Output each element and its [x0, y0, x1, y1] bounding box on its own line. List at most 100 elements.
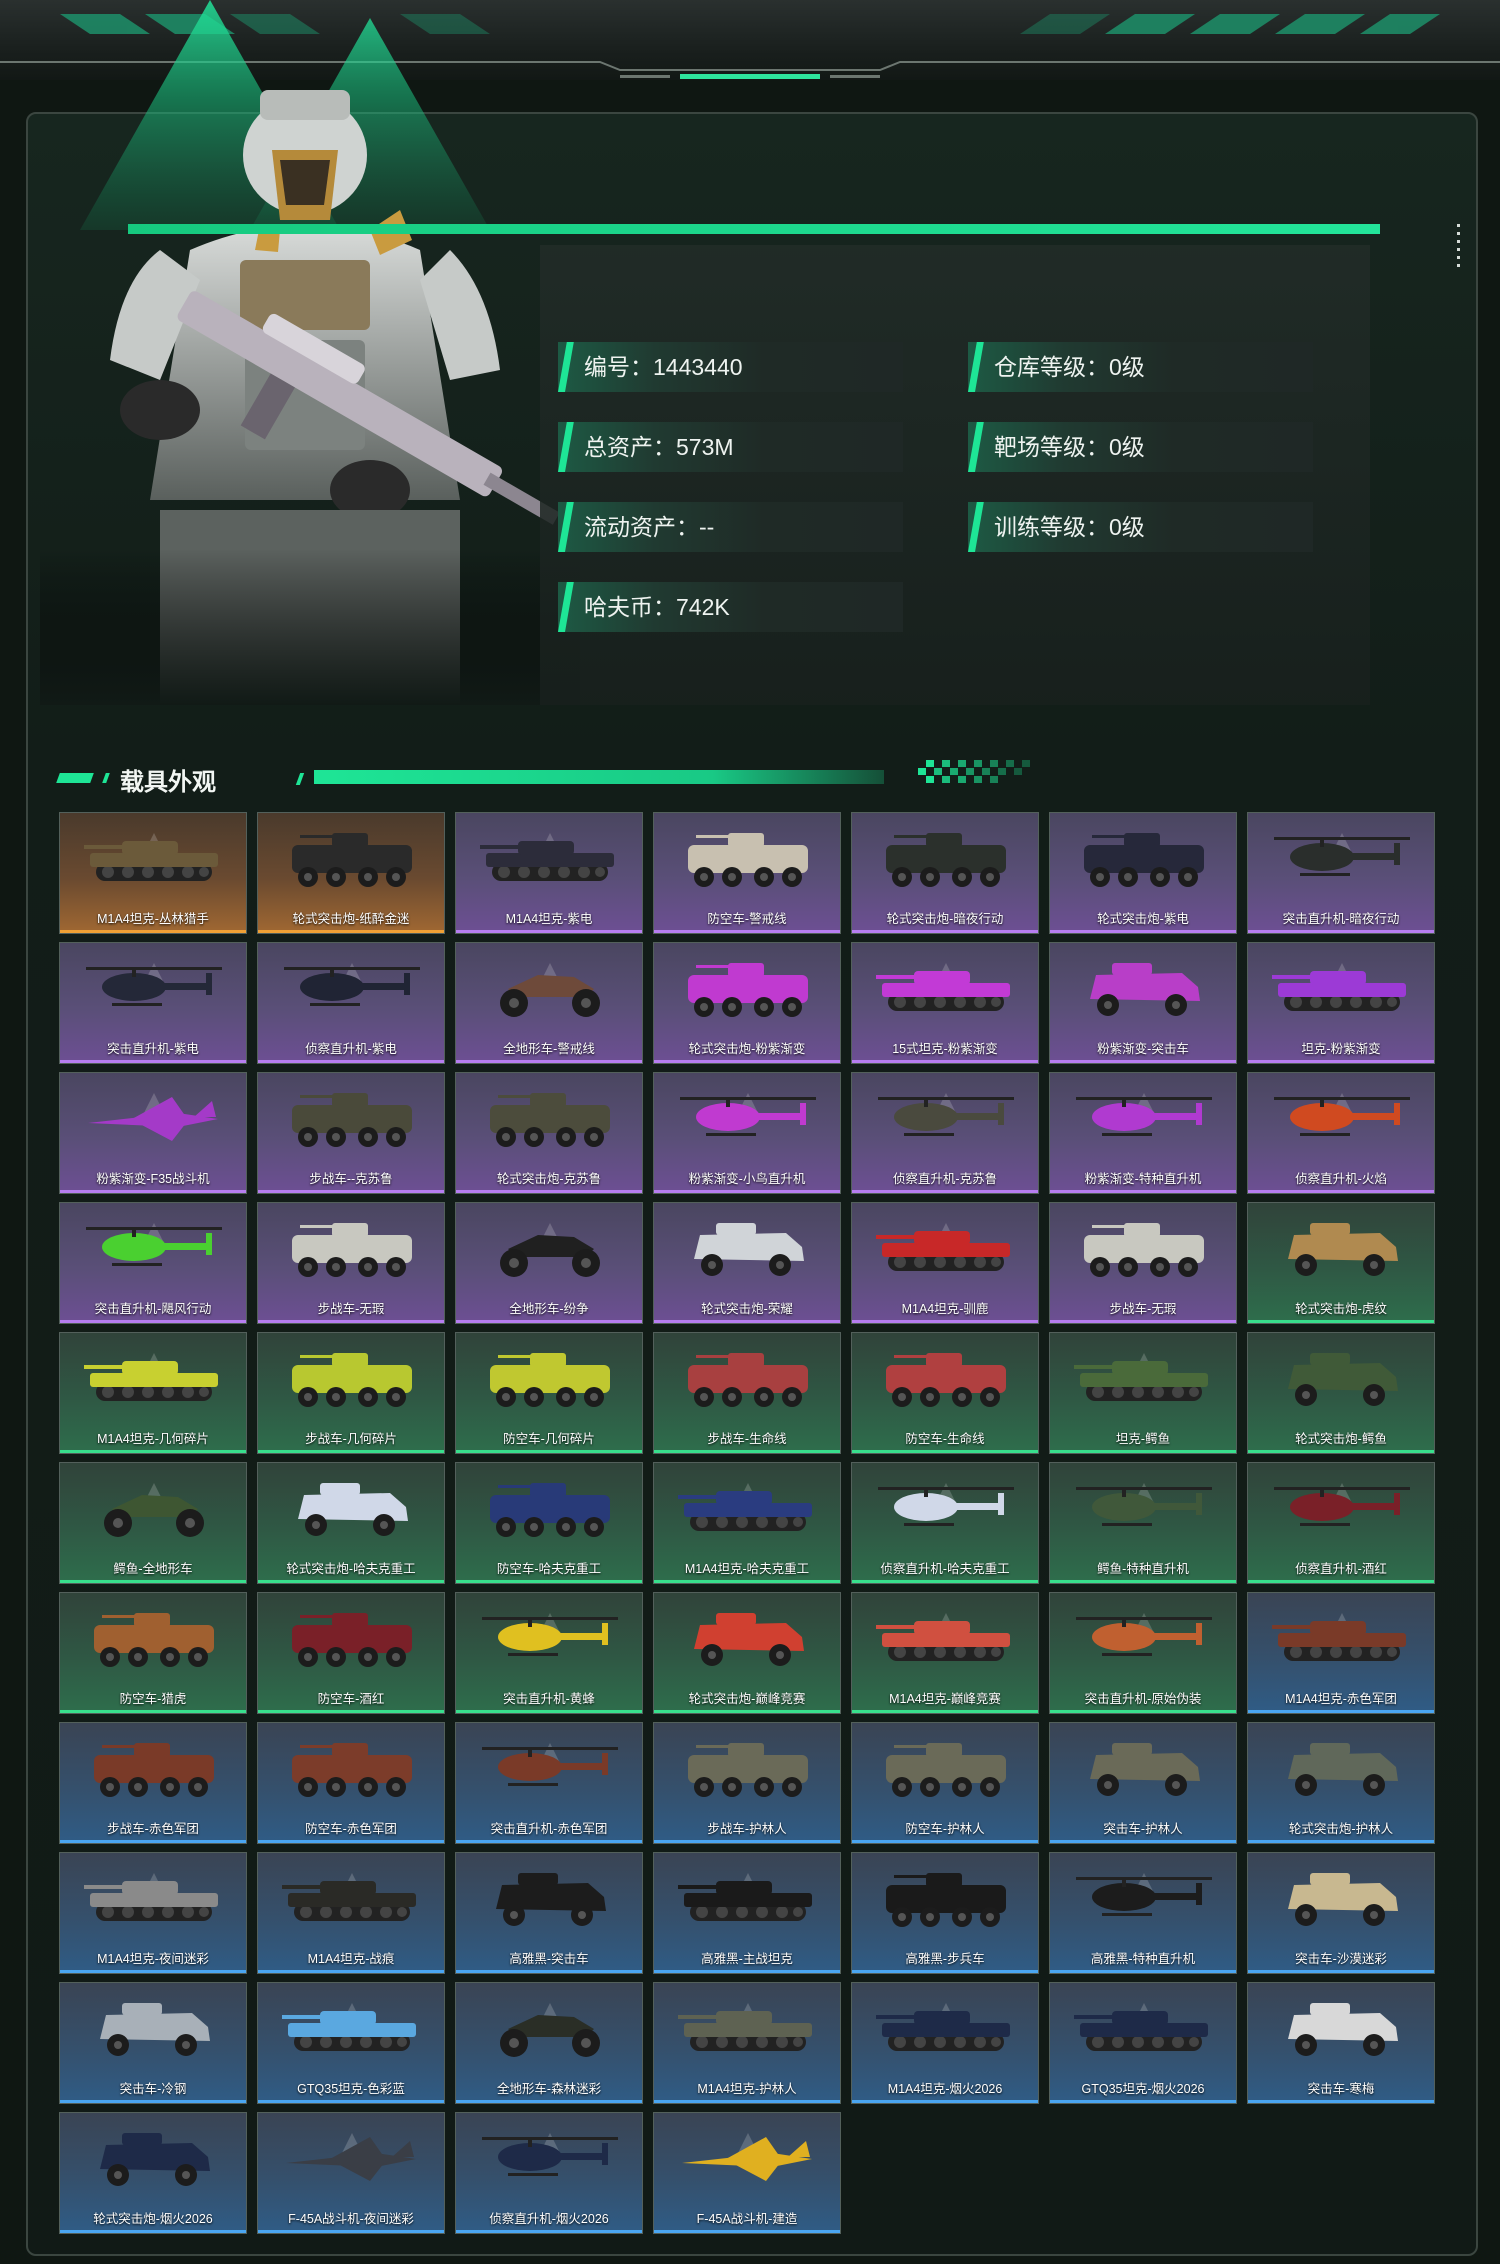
skin-card[interactable]: 突击车-寒梅	[1247, 1982, 1435, 2104]
skin-card[interactable]: 坦克-鳄鱼	[1049, 1332, 1237, 1454]
vehicle-apc-image	[1084, 833, 1204, 887]
stat-total-assets-label: 总资产：573M	[584, 434, 734, 460]
rarity-bar	[1050, 1970, 1236, 1973]
skin-card[interactable]: 突击车-沙漠迷彩	[1247, 1852, 1435, 1974]
skin-card[interactable]: 轮式突击炮-荣耀	[653, 1202, 841, 1324]
skin-card[interactable]: 突击直升机-紫电	[59, 942, 247, 1064]
skin-card[interactable]: 侦察直升机-哈夫克重工	[851, 1462, 1039, 1584]
skin-card[interactable]: 侦察直升机-烟火2026	[455, 2112, 643, 2234]
skin-card[interactable]: 步战车-无瑕	[1049, 1202, 1237, 1324]
skin-name: 防空车-酒红	[317, 1692, 385, 1706]
skin-card[interactable]: F-45A战斗机-建造	[653, 2112, 841, 2234]
skin-card[interactable]: 轮式突击炮-虎纹	[1247, 1202, 1435, 1324]
skin-card[interactable]: 高雅黑-突击车	[455, 1852, 643, 1974]
skin-card[interactable]: M1A4坦克-烟火2026	[851, 1982, 1039, 2104]
skin-card[interactable]: 轮式突击炮-暗夜行动	[851, 812, 1039, 934]
skin-card[interactable]: 侦察直升机-克苏鲁	[851, 1072, 1039, 1194]
skin-card[interactable]: 防空车-酒红	[257, 1592, 445, 1714]
skin-card[interactable]: M1A4坦克-护林人	[653, 1982, 841, 2104]
skin-card[interactable]: 防空车-生命线	[851, 1332, 1039, 1454]
skin-card[interactable]: 突击车-护林人	[1049, 1722, 1237, 1844]
skin-name: 侦察直升机-紫电	[305, 1042, 397, 1056]
skin-card[interactable]: M1A4坦克-巅峰竞赛	[851, 1592, 1039, 1714]
skin-card[interactable]: 突击直升机-黄蜂	[455, 1592, 643, 1714]
skin-name: 突击直升机-赤色军团	[490, 1822, 608, 1836]
skin-card[interactable]: M1A4坦克-赤色军团	[1247, 1592, 1435, 1714]
skin-name: M1A4坦克-护林人	[697, 2082, 797, 2096]
skin-card[interactable]: 步战车-生命线	[653, 1332, 841, 1454]
skin-card[interactable]: 轮式突击炮-护林人	[1247, 1722, 1435, 1844]
rarity-bar	[258, 1060, 444, 1063]
rarity-bar	[1050, 930, 1236, 933]
rarity-bar	[258, 1710, 444, 1713]
skin-card[interactable]: M1A4坦克-战痕	[257, 1852, 445, 1974]
skin-card[interactable]: 粉紫渐变-F35战斗机	[59, 1072, 247, 1194]
skin-card[interactable]: M1A4坦克-哈夫克重工	[653, 1462, 841, 1584]
vehicle-apc-image	[292, 833, 412, 887]
skin-card[interactable]: 步战车-无瑕	[257, 1202, 445, 1324]
skin-card[interactable]: 鳄鱼-特种直升机	[1049, 1462, 1237, 1584]
skin-card[interactable]: 鳄鱼-全地形车	[59, 1462, 247, 1584]
skin-card[interactable]: GTQ35坦克-色彩蓝	[257, 1982, 445, 2104]
skin-card[interactable]: 防空车-护林人	[851, 1722, 1039, 1844]
skin-card[interactable]: 轮式突击炮-克苏鲁	[455, 1072, 643, 1194]
skin-card[interactable]: 15式坦克-粉紫渐变	[851, 942, 1039, 1064]
skin-card[interactable]: 轮式突击炮-巅峰竞赛	[653, 1592, 841, 1714]
rarity-bar	[456, 1320, 642, 1323]
skin-card[interactable]: 防空车-哈夫克重工	[455, 1462, 643, 1584]
skin-card[interactable]: 粉紫渐变-特种直升机	[1049, 1072, 1237, 1194]
skin-card[interactable]: 步战车--克苏鲁	[257, 1072, 445, 1194]
skin-card[interactable]: 全地形车-警戒线	[455, 942, 643, 1064]
skin-card[interactable]: M1A4坦克-丛林猎手	[59, 812, 247, 934]
vehicle-tank-image	[876, 1231, 1010, 1271]
vehicle-car-image	[100, 2133, 210, 2186]
skin-card[interactable]: 步战车-护林人	[653, 1722, 841, 1844]
skin-card[interactable]: 粉紫渐变-小鸟直升机	[653, 1072, 841, 1194]
rarity-bar	[60, 1060, 246, 1063]
skin-card[interactable]: 防空车-警戒线	[653, 812, 841, 934]
skin-card[interactable]: 粉紫渐变-突击车	[1049, 942, 1237, 1064]
skin-card[interactable]: 防空车-赤色军团	[257, 1722, 445, 1844]
skin-card[interactable]: 突击车-冷钢	[59, 1982, 247, 2104]
skin-card[interactable]: 突击直升机-飓风行动	[59, 1202, 247, 1324]
skin-name: GTQ35坦克-烟火2026	[1081, 2082, 1205, 2096]
skin-card[interactable]: 侦察直升机-紫电	[257, 942, 445, 1064]
skin-card[interactable]: 突击直升机-暗夜行动	[1247, 812, 1435, 934]
vehicle-car-image	[1288, 1353, 1398, 1406]
skin-card[interactable]: 轮式突击炮-粉紫渐变	[653, 942, 841, 1064]
skin-card[interactable]: 坦克-粉紫渐变	[1247, 942, 1435, 1064]
skin-card[interactable]: F-45A战斗机-夜间迷彩	[257, 2112, 445, 2234]
skin-card[interactable]: 防空车-猎虎	[59, 1592, 247, 1714]
skin-card[interactable]: 轮式突击炮-鳄鱼	[1247, 1332, 1435, 1454]
skin-card[interactable]: 轮式突击炮-纸醉金迷	[257, 812, 445, 934]
skin-name: 轮式突击炮-哈夫克重工	[286, 1562, 416, 1576]
skin-name: 轮式突击炮-巅峰竞赛	[688, 1692, 806, 1706]
skin-card[interactable]: M1A4坦克-紫电	[455, 812, 643, 934]
rarity-bar	[60, 1320, 246, 1323]
skin-card[interactable]: 突击直升机-原始伪装	[1049, 1592, 1237, 1714]
skin-card[interactable]: 侦察直升机-火焰	[1247, 1072, 1435, 1194]
skin-card[interactable]: 高雅黑-步兵车	[851, 1852, 1039, 1974]
skin-card[interactable]: 步战车-几何碎片	[257, 1332, 445, 1454]
stat-warehouse-level-label: 仓库等级：0级	[994, 354, 1145, 380]
skin-card[interactable]: 高雅黑-主战坦克	[653, 1852, 841, 1974]
skin-card[interactable]: 轮式突击炮-哈夫克重工	[257, 1462, 445, 1584]
skin-card[interactable]: 高雅黑-特种直升机	[1049, 1852, 1237, 1974]
skin-card[interactable]: 侦察直升机-酒红	[1247, 1462, 1435, 1584]
skin-card[interactable]: 防空车-几何碎片	[455, 1332, 643, 1454]
checker-decor	[918, 760, 1030, 783]
skin-card[interactable]: M1A4坦克-驯鹿	[851, 1202, 1039, 1324]
skin-card[interactable]: 轮式突击炮-紫电	[1049, 812, 1237, 934]
skin-card[interactable]: M1A4坦克-夜间迷彩	[59, 1852, 247, 1974]
skin-name: 15式坦克-粉紫渐变	[892, 1042, 998, 1056]
skin-card[interactable]: 步战车-赤色军团	[59, 1722, 247, 1844]
vehicle-heli-image	[1076, 1097, 1212, 1136]
skin-card[interactable]: 突击直升机-赤色军团	[455, 1722, 643, 1844]
skin-card[interactable]: GTQ35坦克-烟火2026	[1049, 1982, 1237, 2104]
skin-card[interactable]: 全地形车-纷争	[455, 1202, 643, 1324]
skin-name: M1A4坦克-夜间迷彩	[97, 1952, 209, 1966]
skin-card[interactable]: 全地形车-森林迷彩	[455, 1982, 643, 2104]
skin-name: GTQ35坦克-色彩蓝	[297, 2082, 405, 2096]
skin-card[interactable]: M1A4坦克-几何碎片	[59, 1332, 247, 1454]
skin-card[interactable]: 轮式突击炮-烟火2026	[59, 2112, 247, 2234]
